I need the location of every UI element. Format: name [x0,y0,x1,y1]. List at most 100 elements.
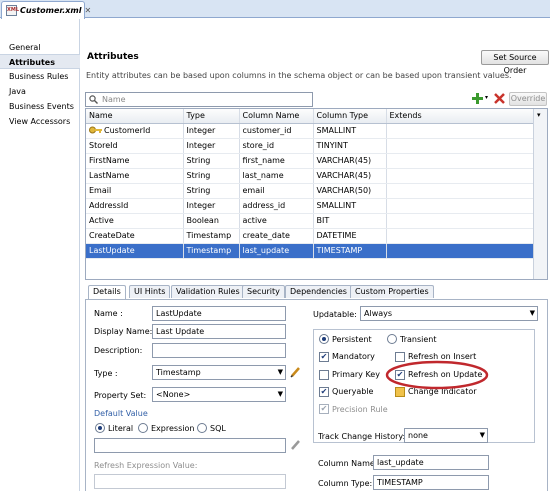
persistent-label: Persistent [332,335,372,344]
cell-type: String [183,153,240,169]
sql-radio[interactable] [197,423,207,433]
scroll-down-icon[interactable]: ▾ [537,111,541,119]
transient-label: Transient [400,335,437,344]
column-name-label: Column Name: [318,459,378,468]
table-row[interactable]: CustomerId Integer customer_id SMALLINT [86,123,534,139]
add-dropdown-icon[interactable]: ▾ [485,94,488,101]
cell-text: last_update [242,246,290,255]
cell-text: Integer [186,126,216,135]
type-label: Type : [94,369,118,378]
cell-column-name: customer_id [239,123,314,139]
default-value-field[interactable] [94,438,286,453]
mandatory-label: Mandatory [332,352,375,361]
cell-name: CreateDate [86,228,184,244]
cell-column-name: first_name [239,153,314,169]
column-header-type[interactable]: Type [183,109,240,124]
expression-radio[interactable] [138,423,148,433]
updatable-select[interactable]: Always ▼ [360,306,538,321]
updatable-value: Always [364,309,393,318]
cell-text: Email [89,186,112,195]
close-tab-icon[interactable]: ✕ [85,6,92,15]
cell-column-name: active [239,213,314,229]
cell-text: SMALLINT [316,126,357,135]
edit-expression-icon[interactable] [290,439,301,451]
cell-name: StoreId [86,138,184,154]
name-field[interactable]: LastUpdate [152,306,286,321]
table-row[interactable]: FirstName String first_name VARCHAR(45) [86,153,534,169]
search-icon [89,95,98,104]
cell-text: Timestamp [186,246,232,255]
queryable-checkbox[interactable]: ✔ [319,387,329,397]
table-scrollbar[interactable]: ▾ [533,109,547,279]
table-row[interactable]: Active Boolean active BIT [86,213,534,229]
primary-key-label: Primary Key [332,370,380,379]
table-row[interactable]: LastName String last_name VARCHAR(45) [86,168,534,184]
column-header-column-name[interactable]: Column Name [239,109,314,124]
nav-item-attributes[interactable]: Attributes [0,54,80,69]
nav-item-java[interactable]: Java [0,84,80,99]
column-name-field[interactable]: last_update [373,455,489,470]
chevron-down-icon: ▼ [479,431,485,439]
table-row[interactable]: CreateDate Timestamp create_date DATETIME [86,228,534,244]
primary-key-checkbox[interactable] [319,370,329,380]
attributes-panel: Attributes Set Source Order Entity attri… [81,19,550,491]
description-field[interactable] [152,343,286,358]
literal-radio[interactable] [95,423,105,433]
cell-text: email [242,186,265,195]
cell-text: Boolean [186,216,219,225]
type-select[interactable]: Timestamp ▼ [152,365,286,380]
table-row[interactable]: AddressId Integer address_id SMALLINT [86,198,534,214]
nav-item-business-events[interactable]: Business Events [0,99,80,114]
updatable-label: Updatable: [313,310,357,319]
transient-radio[interactable] [387,334,397,344]
nav-item-business-rules[interactable]: Business Rules [0,69,80,84]
property-set-select[interactable]: <None> ▼ [152,387,286,402]
cell-column-type: BIT [313,213,387,229]
track-change-history-select[interactable]: none ▼ [404,428,488,443]
tab-custom-properties[interactable]: Custom Properties [350,285,434,298]
cell-extends [386,243,534,259]
cell-text: String [186,186,211,195]
cell-type: String [183,168,240,184]
cell-column-type: TINYINT [313,138,387,154]
tab-dependencies[interactable]: Dependencies [285,285,352,298]
editor-tab-customer-xml[interactable]: XML Customer.xml ✕ [1,1,91,19]
page-title: Attributes [87,52,139,62]
attributes-table: Name Type Column Name Column Type Extend… [85,108,548,280]
precision-rule-checkbox[interactable]: ✔ [319,404,329,414]
property-set-label: Property Set: [94,391,147,400]
cell-column-name: create_date [239,228,314,244]
tab-validation-rules[interactable]: Validation Rules [171,285,245,298]
column-header-column-type[interactable]: Column Type [313,109,387,124]
table-row[interactable]: StoreId Integer store_id TINYINT [86,138,534,154]
table-row[interactable]: LastUpdate Timestamp last_update TIMESTAMP [86,243,534,259]
add-attribute-icon[interactable] [472,93,483,104]
cell-name: FirstName [86,153,184,169]
edit-pencil-icon[interactable] [290,366,301,378]
tab-ui-hints[interactable]: UI Hints [129,285,171,298]
description-label: Description: [94,346,143,355]
highlight-ellipse [385,360,489,390]
delete-attribute-icon[interactable] [494,93,505,104]
persistent-radio[interactable] [319,334,329,344]
table-row[interactable]: Email String email VARCHAR(50) [86,183,534,199]
cell-text: FirstName [89,156,130,165]
set-source-order-button[interactable]: Set Source Order [481,50,549,75]
cell-text: String [186,171,211,180]
nav-item-general[interactable]: General [0,40,80,55]
search-input[interactable]: Name [85,92,313,107]
cell-text: SMALLINT [316,201,357,210]
override-button[interactable]: Override [509,92,547,106]
mandatory-checkbox[interactable]: ✔ [319,352,329,362]
column-type-field[interactable]: TIMESTAMP [373,475,489,490]
nav-item-view-accessors[interactable]: View Accessors [0,114,80,129]
xml-file-icon: XML [6,5,19,16]
tab-details[interactable]: Details [88,285,126,299]
cell-text: CreateDate [89,231,135,240]
display-name-field[interactable]: Last Update [152,324,286,339]
tab-security[interactable]: Security [242,285,285,298]
column-header-name[interactable]: Name [86,109,184,124]
column-header-extends[interactable]: Extends [386,109,534,124]
refresh-expression-field[interactable] [94,474,286,489]
attributes-description: Entity attributes can be based upon colu… [86,71,512,80]
